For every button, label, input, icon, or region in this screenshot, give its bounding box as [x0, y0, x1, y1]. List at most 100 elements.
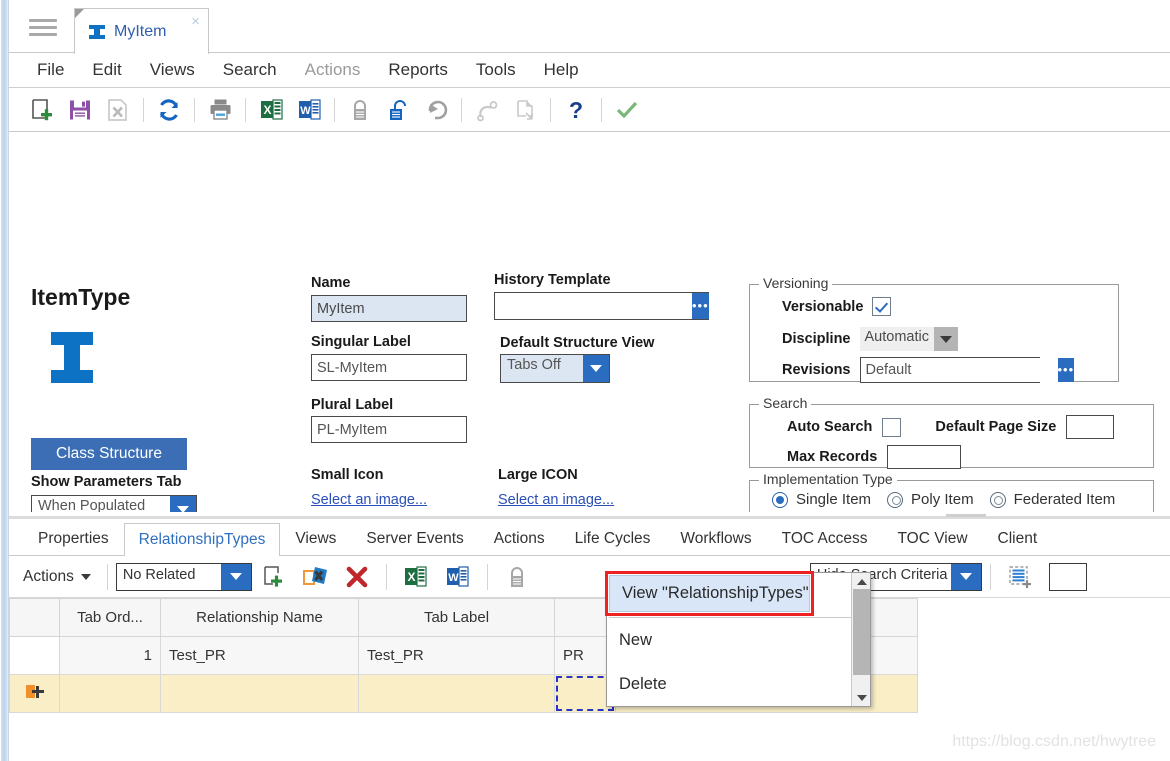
row-selector[interactable]: [9, 636, 60, 675]
context-menu-item-view[interactable]: View "RelationshipTypes": [605, 571, 814, 616]
discipline-select[interactable]: Automatic: [859, 327, 958, 351]
cell-tab-order[interactable]: 1: [59, 636, 161, 675]
related-filter-select[interactable]: No Related: [115, 562, 252, 591]
chevron-down-icon[interactable]: [934, 327, 958, 351]
discipline-row: Discipline Automatic: [782, 327, 958, 351]
relationship-data-grid: Tab Ord... Relationship Name Tab Label 1…: [9, 598, 1170, 713]
col-header-select[interactable]: [9, 598, 60, 637]
discipline-value: Automatic: [859, 327, 934, 351]
class-structure-button[interactable]: Class Structure: [31, 438, 187, 470]
done-check-icon[interactable]: [608, 93, 646, 127]
unlock-icon[interactable]: [379, 93, 417, 127]
cell-tab-order[interactable]: [59, 674, 161, 713]
radio-federated-item[interactable]: [989, 491, 1006, 508]
save-icon[interactable]: [61, 93, 99, 127]
print-icon[interactable]: [201, 93, 239, 127]
tab-toc-access[interactable]: TOC Access: [767, 522, 883, 556]
menu-item-file[interactable]: File: [23, 57, 78, 83]
scroll-up-icon[interactable]: [852, 573, 871, 590]
auto-search-row: Auto Search Default Page Size: [787, 415, 1115, 439]
scroll-down-icon[interactable]: [852, 689, 871, 706]
toolbar-separator: [106, 563, 108, 590]
tab-server-events[interactable]: Server Events: [351, 522, 478, 556]
radio-poly-item[interactable]: [887, 491, 904, 508]
col-header-relationship-name[interactable]: Relationship Name: [160, 598, 359, 637]
export-word-icon[interactable]: W: [290, 93, 328, 127]
cell-tab-label[interactable]: [358, 674, 555, 713]
splitter-grip[interactable]: [946, 514, 986, 517]
name-input[interactable]: [311, 295, 467, 322]
related-filter-value: No Related: [122, 566, 196, 583]
plural-label-input[interactable]: [311, 416, 467, 443]
close-icon[interactable]: ×: [191, 14, 200, 29]
chevron-down-icon[interactable]: [950, 563, 981, 590]
add-relationship-icon[interactable]: [252, 561, 294, 593]
menu-item-edit[interactable]: Edit: [78, 57, 135, 83]
revisions-input[interactable]: [860, 358, 1058, 382]
main-toolbar: X W ?: [9, 88, 1170, 132]
relate-existing-icon[interactable]: [294, 561, 336, 593]
help-icon[interactable]: ?: [557, 93, 595, 127]
cell-tab-label[interactable]: Test_PR: [358, 636, 555, 675]
refresh-icon[interactable]: [150, 93, 188, 127]
svg-text:X: X: [408, 570, 416, 584]
large-icon-select-link[interactable]: Select an image...: [498, 492, 614, 508]
revisions-browse-button[interactable]: •••: [1057, 358, 1075, 382]
chevron-down-icon[interactable]: [220, 563, 251, 590]
context-menu-item-delete[interactable]: Delete: [607, 662, 870, 706]
menu-item-help[interactable]: Help: [530, 57, 593, 83]
col-header-tab-label[interactable]: Tab Label: [358, 598, 555, 637]
context-menu-scrollbar[interactable]: [851, 573, 870, 706]
radio-single-item[interactable]: [772, 491, 788, 508]
new-search-criteria-icon[interactable]: [999, 561, 1041, 593]
large-icon-label: Large ICON: [498, 467, 578, 483]
default-structure-view-label: Default Structure View: [500, 335, 655, 351]
small-icon-select-link[interactable]: Select an image...: [311, 492, 427, 508]
menu-item-views[interactable]: Views: [136, 57, 209, 83]
revisions-field-group: •••: [859, 357, 1075, 383]
scrollbar-thumb[interactable]: [853, 589, 870, 675]
document-tab-strip: MyItem ×: [9, 0, 1170, 54]
default-structure-view-select[interactable]: Tabs Off: [500, 354, 610, 383]
default-page-size-input[interactable]: [1066, 415, 1115, 439]
show-parameters-tab-label: Show Parameters Tab: [31, 474, 182, 490]
tab-toc-view[interactable]: TOC View: [882, 522, 982, 556]
document-tab-myitem[interactable]: MyItem ×: [74, 8, 209, 54]
export-excel-icon[interactable]: X: [252, 93, 290, 127]
tab-actions[interactable]: Actions: [479, 522, 560, 556]
chevron-down-icon[interactable]: [583, 355, 609, 382]
history-template-input[interactable]: [495, 293, 692, 319]
tab-views[interactable]: Views: [280, 522, 351, 556]
tab-properties[interactable]: Properties: [23, 522, 124, 556]
add-row-icon[interactable]: [25, 684, 44, 700]
tab-life-cycles[interactable]: Life Cycles: [560, 522, 666, 556]
menu-item-tools[interactable]: Tools: [462, 57, 530, 83]
tab-client[interactable]: Client: [983, 522, 1053, 556]
search-value-input[interactable]: [1048, 562, 1087, 591]
cell-relationship-name[interactable]: [160, 674, 359, 713]
svg-text:X: X: [263, 103, 271, 117]
menu-item-reports[interactable]: Reports: [374, 57, 462, 83]
export-word-icon[interactable]: W: [437, 561, 479, 593]
versionable-checkbox[interactable]: [872, 297, 892, 316]
max-records-input[interactable]: [887, 445, 962, 469]
panel-splitter[interactable]: [9, 512, 1170, 522]
new-row-indicator[interactable]: [9, 674, 60, 713]
auto-search-checkbox[interactable]: [882, 417, 902, 437]
hamburger-menu-icon[interactable]: [29, 16, 57, 38]
tab-relationshiptypes[interactable]: RelationshipTypes: [123, 523, 281, 557]
singular-label-input[interactable]: [311, 354, 467, 381]
name-label: Name: [311, 275, 351, 291]
cell-relationship-name[interactable]: Test_PR: [160, 636, 359, 675]
new-item-icon[interactable]: [23, 93, 61, 127]
history-template-browse-button[interactable]: •••: [692, 293, 709, 319]
export-excel-icon[interactable]: X: [395, 561, 437, 593]
delete-relationship-icon[interactable]: [336, 561, 378, 593]
context-menu-item-new[interactable]: New: [607, 618, 870, 662]
col-header-tab-order[interactable]: Tab Ord...: [59, 598, 161, 637]
implementation-type-options: Single Item Poly Item Federated Item: [772, 491, 1115, 508]
grid-actions-menu[interactable]: Actions: [23, 568, 99, 586]
tab-workflows[interactable]: Workflows: [665, 522, 766, 556]
menu-item-search[interactable]: Search: [209, 57, 291, 83]
toolbar-separator: [461, 97, 462, 122]
